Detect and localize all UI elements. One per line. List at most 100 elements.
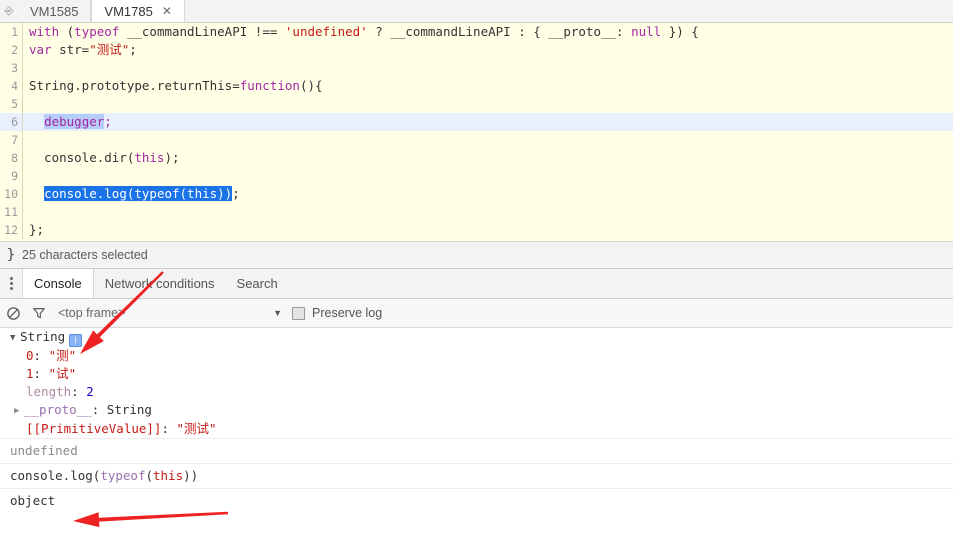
code-token: ; [232,186,240,201]
code-token: ); [164,150,180,165]
console-toolbar: <top frame> ▼ Preserve log [0,299,953,328]
tab-bar-filler [184,0,953,22]
console-property-value: "试" [48,366,77,381]
format-braces-icon[interactable]: } [0,247,22,263]
code-line[interactable]: 1 with (typeof __commandLineAPI !== 'unde… [0,23,953,41]
code-line[interactable]: 2 var str="测试"; [0,41,953,59]
console-property-row[interactable]: [[PrimitiveValue]]: "测试" [0,420,953,438]
code-token: console.log(typeof(this)) [44,186,233,201]
code-token: ; [104,114,112,129]
code-line-text: var str="测试"; [23,41,953,59]
console-property-row[interactable]: 1: "试" [0,365,953,383]
filter-icon[interactable] [26,300,52,326]
editor-tab-vm1585[interactable]: VM1585 [18,0,92,22]
close-icon[interactable]: ✕ [162,5,172,17]
console-proto-row[interactable]: ▶ __proto__: String [0,401,953,420]
code-token: __commandLineAPI [119,24,255,39]
code-line[interactable]: 9 [0,167,953,185]
code-token: !== [254,24,278,39]
code-line-text [23,95,953,113]
code-line-text: String.prototype.returnThis=function(){ [23,77,953,95]
console-property-separator: : [161,421,177,436]
code-token: null [631,24,662,39]
kebab-menu-icon[interactable] [0,269,22,298]
line-number: 11 [0,203,23,221]
line-number: 10 [0,185,23,203]
console-input-token: ( [145,468,153,483]
console-property-row[interactable]: length: 2 [0,383,953,401]
console-input-token: console.log( [10,468,101,483]
code-token: ? __commandLineAPI : { __proto__: [367,24,632,39]
tab-label: Console [34,276,82,291]
code-line[interactable]: 12}; [0,221,953,239]
code-line-text: console.log(typeof(this)); [23,185,953,203]
chevron-down-icon[interactable]: ▼ [10,329,20,347]
tab-network-conditions[interactable]: Network conditions [94,269,226,298]
console-property-value: 2 [86,384,94,399]
panel-icon[interactable]: ⎆ [0,0,18,22]
console-property-separator: : [33,366,49,381]
console-input-echo[interactable]: console.log(typeof(this)) [0,463,953,488]
selection-status-text: 25 characters selected [22,248,148,262]
console-undefined-result[interactable]: undefined [0,438,953,463]
drawer-tab-bar: Console Network conditions Search [0,269,953,299]
code-line[interactable]: 8 console.dir(this); [0,149,953,167]
console-log-result[interactable]: object [0,488,953,513]
line-number: 6 [0,113,23,131]
code-token: typeof [74,24,120,39]
code-token: var [29,42,52,57]
code-line-text: }; [23,221,953,239]
line-number: 9 [0,167,23,185]
code-line[interactable]: 5 [0,95,953,113]
tab-console[interactable]: Console [22,269,94,298]
execution-context-select[interactable]: <top frame> ▼ [58,306,288,320]
console-result-text: object [10,493,56,508]
line-number: 12 [0,221,23,239]
code-token: String.prototype.returnThis= [29,78,240,93]
code-line[interactable]: 10 console.log(typeof(this)); [0,185,953,203]
console-property-separator: : [71,384,87,399]
code-token: this [134,150,165,165]
code-token: 'undefined' [277,24,368,39]
code-line-text [23,203,953,221]
editor-tab-label: VM1785 [104,3,153,19]
code-line[interactable]: 7 [0,131,953,149]
clear-console-icon[interactable] [0,300,26,326]
code-line-text [23,59,953,77]
console-property-row[interactable]: 0: "测" [0,347,953,365]
console-property-key: length [26,384,72,399]
preserve-log-toggle[interactable]: Preserve log [292,306,382,320]
chevron-right-icon[interactable]: ▶ [14,402,24,420]
code-editor[interactable]: 1 with (typeof __commandLineAPI !== 'unde… [0,23,953,242]
editor-tab-label: VM1585 [30,3,79,19]
console-output-panel[interactable]: ▼ String i 0: "测" 1: "试" length: 2 ▶ __proto__:… [0,328,953,513]
code-line-text: debugger; [23,113,953,131]
editor-tab-vm1785[interactable]: VM1785 ✕ [91,0,185,22]
checkbox-icon[interactable] [292,306,305,320]
code-line[interactable]: 6 debugger; [0,113,953,131]
code-line-text: with (typeof __commandLineAPI !== 'undef… [23,23,953,41]
console-object-header[interactable]: ▼ String i [0,328,953,347]
console-result-text: undefined [10,443,78,458]
console-property-key: 1 [26,366,34,381]
line-number: 3 [0,59,23,77]
code-line[interactable]: 3 [0,59,953,77]
code-line[interactable]: 4 String.prototype.returnThis=function(){ [0,77,953,95]
code-line[interactable]: 11 [0,203,953,221]
code-token: }) { [661,24,699,39]
editor-status-bar: } 25 characters selected [0,242,953,269]
line-number: 4 [0,77,23,95]
chevron-down-icon: ▼ [273,308,282,318]
console-property-key: 0 [26,348,34,363]
tab-label: Search [236,276,278,291]
code-line-text [23,167,953,185]
tab-search[interactable]: Search [226,269,289,298]
info-icon[interactable]: i [69,334,83,347]
code-token: with [29,24,67,39]
line-number: 8 [0,149,23,167]
code-token: ; [129,42,137,57]
line-number: 1 [0,23,23,41]
console-property-value: String [106,402,152,417]
code-token: }; [29,222,45,237]
